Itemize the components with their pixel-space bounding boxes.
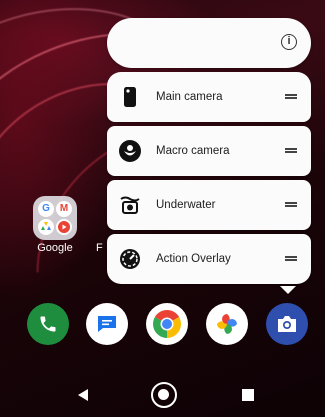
messages-app-icon[interactable]	[86, 303, 128, 345]
phone-app-icon[interactable]	[27, 303, 69, 345]
google-g-icon: G	[38, 201, 54, 217]
gmail-icon: M	[56, 201, 72, 217]
drive-icon	[38, 219, 54, 235]
shortcut-underwater[interactable]: Underwater	[107, 180, 311, 230]
flower-icon	[119, 140, 141, 162]
drag-handle-icon[interactable]	[285, 148, 297, 153]
drag-handle-icon[interactable]	[285, 256, 297, 261]
chrome-app-icon[interactable]	[146, 303, 188, 345]
phone-camera-icon	[119, 86, 141, 108]
partial-app-label: F	[96, 242, 103, 254]
folder-label: Google	[37, 242, 73, 254]
shortcut-label: Action Overlay	[156, 253, 231, 265]
shortcut-label: Main camera	[156, 91, 223, 103]
recents-button[interactable]	[242, 389, 254, 401]
youtube-icon	[56, 219, 72, 235]
photos-app-icon[interactable]	[206, 303, 248, 345]
underwater-camera-icon	[119, 194, 141, 216]
drag-handle-icon[interactable]	[285, 202, 297, 207]
camera-app-icon[interactable]	[266, 303, 308, 345]
back-button[interactable]	[78, 389, 88, 401]
speedometer-icon	[119, 248, 141, 270]
info-icon[interactable]: i	[281, 34, 297, 50]
shortcut-menu: Main camera Macro camera Underwater Acti…	[107, 72, 311, 288]
app-info-pill[interactable]: i	[107, 18, 311, 68]
shortcut-macro-camera[interactable]: Macro camera	[107, 126, 311, 176]
shortcut-label: Underwater	[156, 199, 216, 211]
shortcut-label: Macro camera	[156, 145, 230, 157]
menu-pointer	[280, 286, 296, 294]
drag-handle-icon[interactable]	[285, 94, 297, 99]
shortcut-action-overlay[interactable]: Action Overlay	[107, 234, 311, 284]
google-folder[interactable]: G M	[33, 196, 77, 240]
shortcut-main-camera[interactable]: Main camera	[107, 72, 311, 122]
home-button[interactable]	[151, 382, 177, 408]
